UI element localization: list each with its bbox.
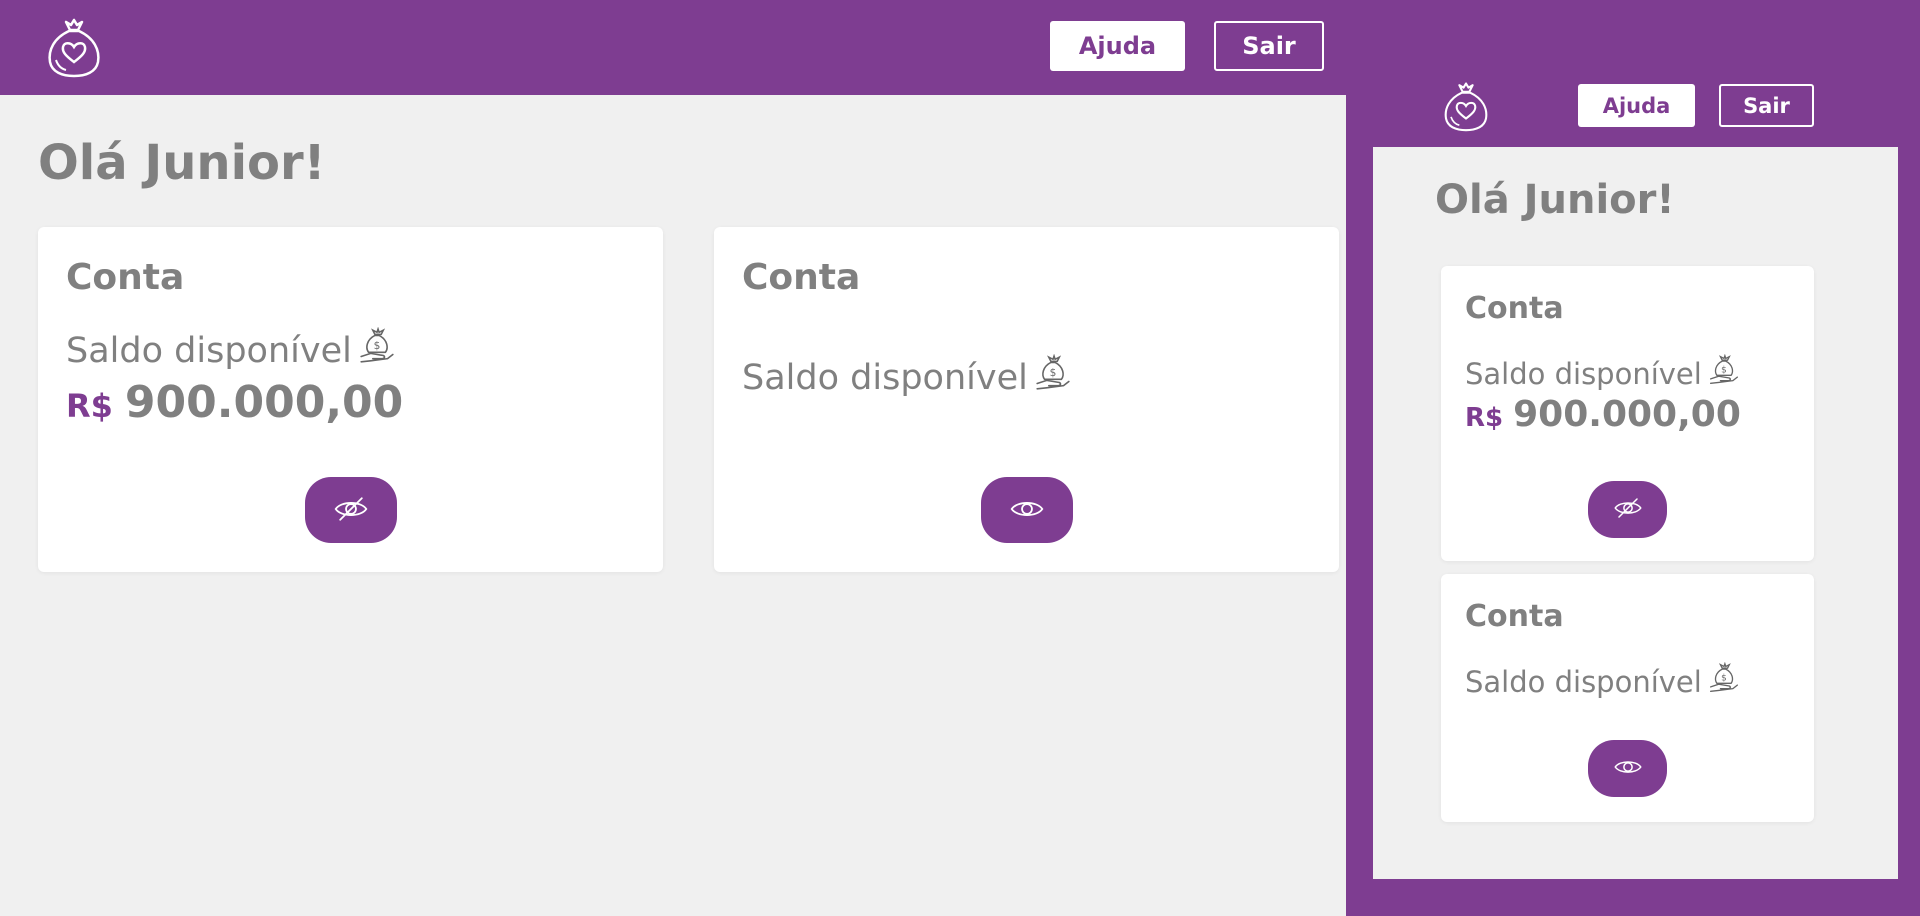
- eye-slash-icon: [333, 491, 369, 530]
- greeting-heading: Olá Junior!: [38, 135, 326, 191]
- desktop-main: Olá Junior! Conta Saldo disponível $ R$ …: [0, 95, 1346, 916]
- money-bag-hand-icon: $: [358, 326, 396, 374]
- balance-label-row: Saldo disponível $: [742, 353, 1072, 401]
- balance-label-row: Saldo disponível $: [1465, 661, 1740, 701]
- help-button[interactable]: Ajuda: [1050, 21, 1185, 71]
- show-balance-button[interactable]: [1588, 740, 1667, 797]
- account-card-title: Conta: [1465, 291, 1564, 326]
- balance-label: Saldo disponível: [1465, 664, 1702, 699]
- logout-button[interactable]: Sair: [1719, 84, 1814, 127]
- account-card-title: Conta: [66, 257, 185, 298]
- money-bag-hand-icon: $: [1708, 353, 1740, 393]
- balance-amount: R$ 900.000,00: [1465, 394, 1741, 435]
- money-bag-hand-icon: $: [1034, 353, 1072, 401]
- balance-label: Saldo disponível: [742, 357, 1028, 398]
- account-card: Conta Saldo disponível $ R$ 900.000,00: [38, 227, 663, 572]
- money-bag-logo-icon[interactable]: [1441, 78, 1491, 134]
- balance-label-row: Saldo disponível $: [1465, 353, 1740, 393]
- balance-amount: R$ 900.000,00: [66, 377, 403, 428]
- balance-label: Saldo disponível: [66, 330, 352, 371]
- greeting-heading: Olá Junior!: [1435, 177, 1675, 223]
- account-card: Conta Saldo disponível $ R$ 900.000,00: [1441, 266, 1814, 561]
- hide-balance-button[interactable]: [1588, 481, 1667, 538]
- eye-slash-icon: [1613, 493, 1643, 526]
- hide-balance-button[interactable]: [305, 477, 397, 543]
- money-bag-logo-icon[interactable]: [44, 14, 104, 80]
- account-card: Conta Saldo disponível $: [1441, 574, 1814, 822]
- help-button[interactable]: Ajuda: [1578, 84, 1695, 127]
- desktop-header: Ajuda Sair: [0, 0, 1920, 95]
- logout-button[interactable]: Sair: [1214, 21, 1324, 71]
- svg-text:$: $: [1721, 674, 1727, 684]
- mobile-main: Olá Junior! Conta Saldo disponível $ R$ …: [1373, 147, 1898, 879]
- svg-text:$: $: [373, 340, 380, 352]
- eye-icon: [1613, 752, 1643, 785]
- svg-text:$: $: [1049, 367, 1056, 379]
- account-card-title: Conta: [742, 257, 861, 298]
- eye-icon: [1009, 491, 1045, 530]
- svg-text:$: $: [1721, 366, 1727, 376]
- balance-label-row: Saldo disponível $: [66, 326, 396, 374]
- account-card-title: Conta: [1465, 599, 1564, 634]
- show-balance-button[interactable]: [981, 477, 1073, 543]
- balance-value: 900.000,00: [124, 377, 404, 428]
- currency-symbol: R$: [66, 387, 113, 425]
- balance-value: 900.000,00: [1513, 394, 1741, 435]
- account-card: Conta Saldo disponível $: [714, 227, 1339, 572]
- money-bag-hand-icon: $: [1708, 661, 1740, 701]
- balance-label: Saldo disponível: [1465, 356, 1702, 391]
- currency-symbol: R$: [1465, 403, 1504, 433]
